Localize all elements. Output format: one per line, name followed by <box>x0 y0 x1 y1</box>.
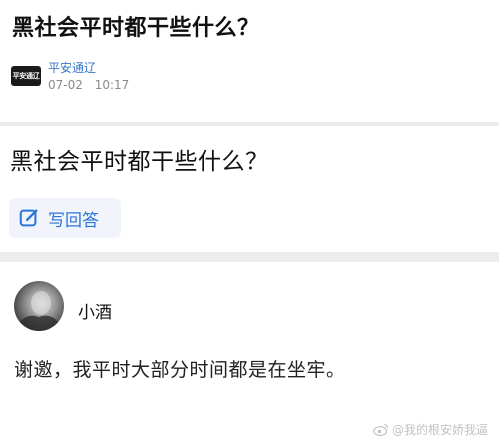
answer-text: 谢邀，我平时大部分时间都是在坐牢。 <box>14 359 346 381</box>
source-meta: 07-02 10:17 <box>48 78 137 92</box>
article-title: 黑社会平时都干些什么？ <box>12 16 260 41</box>
source-name-link[interactable]: 平安通辽 <box>48 59 96 76</box>
watermark-text: @我的根安娇我逼 <box>391 423 488 437</box>
question-title: 黑社会平时都干些什么？ <box>10 149 269 175</box>
publish-date: 07-02 <box>48 78 83 92</box>
weibo-icon <box>373 424 388 436</box>
section-divider <box>0 252 499 262</box>
publish-time: 10:17 <box>94 78 130 92</box>
watermark: @我的根安娇我逼 <box>373 421 488 438</box>
answerer-name[interactable]: 小酒 <box>78 298 112 323</box>
avatar-image <box>14 291 64 331</box>
edit-icon <box>19 209 38 227</box>
source-logo-text: 平安通辽 <box>12 71 40 80</box>
page: 黑社会平时都干些什么？ 平安通辽 平安通辽 07-02 10:17 黑社会平时都… <box>0 0 499 445</box>
write-answer-label: 写回答 <box>48 210 99 231</box>
answer-card: 小酒 谢邀，我平时大部分时间都是在坐牢。 @我的根安娇我逼 <box>0 262 499 445</box>
question-card: 黑社会平时都干些什么？ 写回答 <box>0 126 499 252</box>
avatar[interactable] <box>14 281 64 331</box>
write-answer-button[interactable]: 写回答 <box>9 198 121 238</box>
article-header: 黑社会平时都干些什么？ 平安通辽 平安通辽 07-02 10:17 <box>0 0 499 122</box>
source-logo[interactable]: 平安通辽 <box>11 66 41 86</box>
